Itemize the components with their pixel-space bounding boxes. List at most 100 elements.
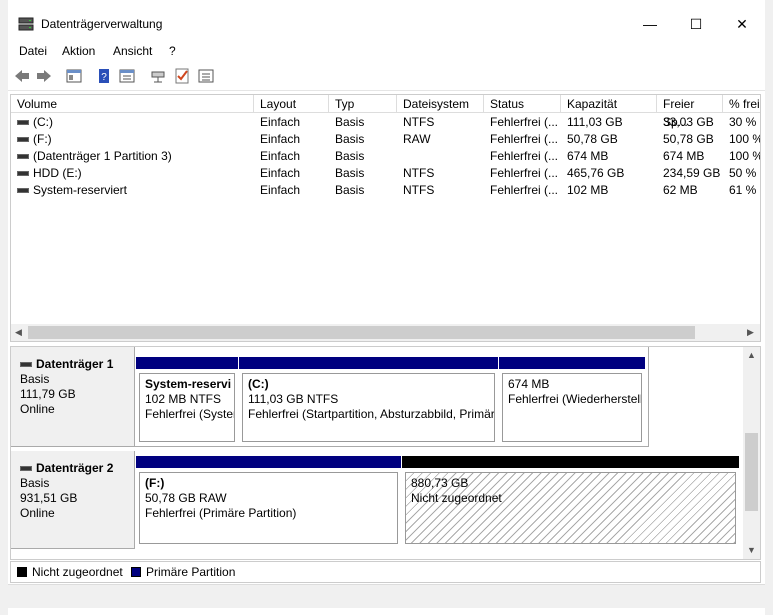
disk-label[interactable]: Datenträger 1 Basis 111,79 GB Online (11, 347, 135, 447)
partition-system-reserved[interactable]: System-reservi 102 MB NTFS Fehlerfrei (S… (136, 357, 238, 445)
column-header-status[interactable]: Status (484, 95, 561, 113)
forward-arrow-icon[interactable] (35, 67, 53, 85)
cell-layout: Einfach (260, 183, 301, 197)
svg-text:?: ? (101, 72, 107, 83)
cell-typ: Basis (335, 166, 365, 180)
partition-status: Fehlerfrei (Startpartition, Absturzabbil… (248, 407, 495, 421)
unallocated-bar (402, 456, 739, 468)
scroll-right-icon[interactable]: ▶ (747, 327, 754, 338)
cell-layout: Einfach (260, 149, 301, 163)
column-header-dateisystem[interactable]: Dateisystem (397, 95, 484, 113)
cell-dateisystem: NTFS (403, 183, 435, 197)
disk-graphical-view: Datenträger 1 Basis 111,79 GB Online Sys… (10, 346, 761, 560)
cell-freier-speicher: 33,03 GB (663, 115, 714, 129)
partition-recovery[interactable]: 674 MB Fehlerfrei (Wiederherstell (499, 357, 645, 445)
volume-list: Volume Layout Typ Dateisystem Status Kap… (10, 94, 761, 342)
cell-typ: Basis (335, 132, 365, 146)
partition-size: 674 MB (508, 377, 550, 391)
menu-datei[interactable]: Datei (19, 44, 47, 58)
column-header-prozent-frei[interactable]: % frei (723, 95, 760, 113)
cell-prozent-frei: 30 % (729, 115, 757, 129)
menu-bar: Datei Aktion Ansicht ? (8, 40, 765, 62)
back-arrow-icon[interactable] (13, 67, 31, 85)
scroll-down-icon[interactable]: ▼ (747, 545, 756, 555)
partition-f[interactable]: (F:) 50,78 GB RAW Fehlerfrei (Primäre Pa… (136, 456, 401, 547)
disk-management-app-icon (18, 17, 34, 31)
partition-status: Nicht zugeordnet (411, 491, 502, 505)
column-header-layout[interactable]: Layout (254, 95, 329, 113)
legend-bar: Nicht zugeordnet Primäre Partition (10, 561, 761, 583)
cell-dateisystem: RAW (403, 132, 431, 146)
cell-typ: Basis (335, 183, 365, 197)
console-tree-icon[interactable] (65, 67, 83, 85)
partition-name: System-reservi (145, 377, 232, 391)
cell-volume: (C:) (33, 115, 53, 129)
cell-prozent-frei: 61 % (729, 183, 757, 197)
table-row[interactable]: (Datenträger 1 Partition 3) Einfach Basi… (11, 148, 760, 165)
window-title: Datenträgerverwaltung (41, 17, 163, 31)
cell-status: Fehlerfrei (... (490, 149, 559, 163)
primary-swatch (131, 567, 141, 577)
menu-help[interactable]: ? (169, 44, 176, 58)
disk-partitions-row: (F:) 50,78 GB RAW Fehlerfrei (Primäre Pa… (135, 451, 741, 549)
cell-volume: (Datenträger 1 Partition 3) (33, 149, 172, 163)
partition-size: 102 MB NTFS (145, 392, 222, 406)
cell-prozent-frei: 100 % (729, 149, 760, 163)
cell-kapazitaet: 674 MB (567, 149, 609, 163)
cell-kapazitaet: 102 MB (567, 183, 609, 197)
column-header-typ[interactable]: Typ (329, 95, 397, 113)
menu-ansicht[interactable]: Ansicht (113, 44, 152, 58)
close-button[interactable]: ✕ (719, 8, 765, 40)
connect-icon[interactable] (149, 67, 167, 85)
disk-view-vertical-scrollbar[interactable]: ▲ ▼ (743, 347, 760, 559)
disk-drive-icon (20, 466, 32, 472)
title-bar[interactable]: Datenträgerverwaltung — ☐ ✕ (8, 8, 765, 40)
legend-unallocated: Nicht zugeordnet (17, 565, 123, 579)
scroll-up-icon[interactable]: ▲ (747, 350, 756, 360)
cell-status: Fehlerfrei (... (490, 132, 559, 146)
disk-title: Datenträger 2 (36, 461, 114, 475)
menu-aktion[interactable]: Aktion (62, 44, 95, 58)
status-bar (8, 584, 765, 608)
list-view-icon[interactable] (197, 67, 215, 85)
table-row[interactable]: System-reserviert Einfach Basis NTFS Feh… (11, 182, 760, 199)
scroll-left-icon[interactable]: ◀ (15, 327, 22, 338)
cell-prozent-frei: 100 % (729, 132, 760, 146)
disk-type: Basis (20, 372, 50, 386)
help-icon[interactable]: ? (95, 67, 113, 85)
column-header-volume[interactable]: Volume (11, 95, 254, 113)
partition-name: (F:) (145, 476, 165, 490)
partition-status: Fehlerfrei (Syster (145, 407, 235, 421)
disk-drive-icon (20, 362, 32, 368)
table-row[interactable]: HDD (E:) Einfach Basis NTFS Fehlerfrei (… (11, 165, 760, 182)
cell-kapazitaet: 465,76 GB (567, 166, 625, 180)
properties-icon[interactable] (118, 67, 136, 85)
minimize-button[interactable]: — (627, 8, 673, 40)
cell-status: Fehlerfrei (... (490, 183, 559, 197)
cell-kapazitaet: 111,03 GB (567, 115, 623, 129)
cell-layout: Einfach (260, 132, 301, 146)
table-row[interactable]: (F:) Einfach Basis RAW Fehlerfrei (... 5… (11, 131, 760, 148)
table-row[interactable]: (C:) Einfach Basis NTFS Fehlerfrei (... … (11, 114, 760, 131)
volume-drive-icon (17, 171, 29, 177)
volume-drive-icon (17, 188, 29, 194)
column-header-kapazitaet[interactable]: Kapazität (561, 95, 657, 113)
unallocated-swatch (17, 567, 27, 577)
maximize-button[interactable]: ☐ (673, 8, 719, 40)
legend-primary: Primäre Partition (131, 565, 235, 579)
column-header-freier-speicher[interactable]: Freier Sp... (657, 95, 723, 129)
scrollbar-thumb[interactable] (745, 433, 758, 511)
unallocated-space[interactable]: 880,73 GB Nicht zugeordnet (402, 456, 739, 547)
cell-status: Fehlerfrei (... (490, 115, 559, 129)
volume-list-horizontal-scrollbar[interactable]: ◀ ▶ (11, 324, 760, 341)
partition-status: Fehlerfrei (Primäre Partition) (145, 506, 297, 520)
partition-size: 50,78 GB RAW (145, 491, 227, 505)
legend-primary-label: Primäre Partition (146, 565, 236, 579)
disk-label[interactable]: Datenträger 2 Basis 931,51 GB Online (11, 451, 135, 549)
partition-c[interactable]: (C:) 111,03 GB NTFS Fehlerfrei (Startpar… (239, 357, 498, 445)
primary-partition-bar (136, 357, 238, 369)
scrollbar-thumb[interactable] (28, 326, 695, 339)
partition-size: 111,03 GB NTFS (248, 392, 339, 406)
checklist-icon[interactable] (173, 67, 191, 85)
volume-drive-icon (17, 137, 29, 143)
